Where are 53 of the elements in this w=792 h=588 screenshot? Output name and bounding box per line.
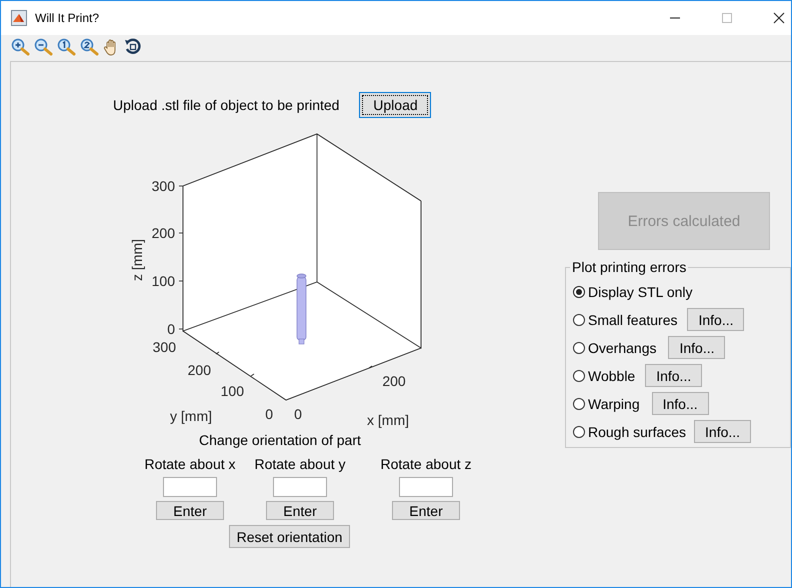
enter-button[interactable]: Enter bbox=[392, 501, 460, 520]
window-title: Will It Print? bbox=[35, 11, 100, 25]
radio-button[interactable] bbox=[573, 314, 585, 326]
info-button[interactable]: Info... bbox=[668, 336, 726, 359]
info-button[interactable]: Info... bbox=[687, 308, 744, 331]
angle-input-field[interactable] bbox=[273, 477, 327, 497]
rotate-label: Rotate about x bbox=[144, 456, 236, 472]
x-tick-label: 200 bbox=[382, 373, 406, 389]
reset-orientation-button[interactable]: Reset orientation bbox=[229, 525, 350, 548]
y-tick-label: 0 bbox=[265, 406, 273, 422]
info-button[interactable]: Info... bbox=[652, 392, 709, 415]
group-title: Plot printing errors bbox=[570, 259, 688, 275]
z-tick-label: 100 bbox=[152, 273, 175, 289]
option-label: Overhangs bbox=[588, 340, 656, 356]
radio-button[interactable] bbox=[573, 286, 585, 298]
y-tick-label: 100 bbox=[220, 383, 244, 399]
option-label: Wobble bbox=[588, 368, 636, 384]
upload-label: Upload .stl file of object to be printed bbox=[113, 97, 340, 113]
radio-option[interactable]: Warping bbox=[573, 396, 640, 412]
enter-button[interactable]: Enter bbox=[156, 501, 224, 520]
magnifier-icon[interactable] bbox=[57, 38, 77, 56]
z-tick-label: 200 bbox=[152, 225, 175, 241]
z-tick-label: 300 bbox=[152, 178, 175, 194]
enter-button[interactable]: Enter bbox=[266, 501, 334, 520]
y-axis-label: y [mm] bbox=[170, 408, 212, 424]
cylinder-part bbox=[296, 274, 306, 344]
radio-button[interactable] bbox=[573, 370, 585, 382]
radio-option[interactable]: Overhangs bbox=[573, 340, 656, 356]
zoom-out-icon[interactable] bbox=[34, 38, 54, 56]
info-button[interactable]: Info... bbox=[694, 420, 752, 443]
y-tick-label: 300 bbox=[152, 339, 176, 355]
rotate-label: Rotate about z bbox=[380, 456, 472, 472]
z-axis-label: z [mm] bbox=[129, 239, 145, 281]
option-label: Warping bbox=[588, 396, 640, 412]
radio-button[interactable] bbox=[573, 342, 585, 354]
close-icon[interactable] bbox=[773, 12, 785, 24]
orientation-heading: Change orientation of part bbox=[199, 432, 361, 448]
angle-input-field[interactable] bbox=[399, 477, 453, 497]
rotate-label: Rotate about y bbox=[254, 456, 346, 472]
radio-button[interactable] bbox=[573, 398, 585, 410]
app-icon bbox=[11, 10, 27, 26]
magnifier-icon[interactable] bbox=[80, 38, 100, 56]
info-button[interactable]: Info... bbox=[645, 364, 702, 387]
zoom-in-icon[interactable] bbox=[11, 38, 31, 56]
angle-input-field[interactable] bbox=[163, 477, 217, 497]
radio-button[interactable] bbox=[573, 426, 585, 438]
rotate-icon[interactable] bbox=[124, 38, 142, 56]
radio-option[interactable]: Wobble bbox=[573, 368, 636, 384]
x-tick-label: 0 bbox=[294, 406, 302, 422]
upload-button[interactable]: Upload bbox=[359, 92, 432, 118]
y-tick-label: 200 bbox=[188, 362, 211, 378]
x-axis-label: x [mm] bbox=[367, 412, 409, 428]
z-tick-label: 0 bbox=[167, 321, 175, 337]
